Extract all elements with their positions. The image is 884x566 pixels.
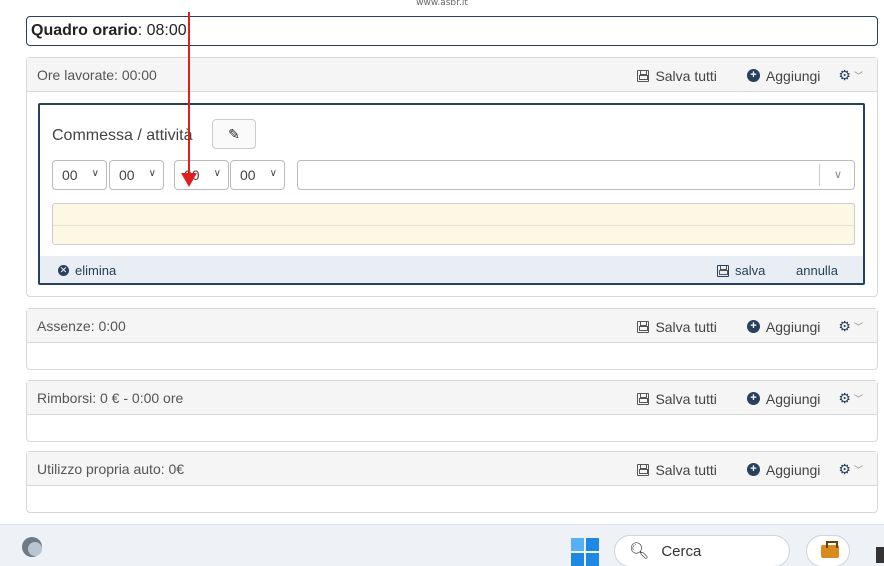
notes-divider [53,225,854,226]
chevron-down-icon: ﹀ [853,394,863,404]
quadro-orario-bar[interactable]: Quadro orario: 08:00 [26,16,878,46]
edit-button[interactable]: ✎ [212,119,256,149]
save-all-label: Salva tutti [655,67,717,84]
chevron-down-icon: ∨ [833,169,842,181]
panel-body [27,343,877,369]
plus-circle-icon: + [746,69,760,82]
panel-utilizzo-auto: Utilizzo propria auto: 0€ Salva tutti + A… [26,451,878,513]
panel-title: Utilizzo propria auto: 0€ [37,461,185,477]
chevron-down-icon: ∨ [269,168,277,179]
start-hour-select[interactable]: 00 ∨ [52,160,107,190]
search-icon: 🔍︎ [629,543,650,560]
add-button[interactable]: + Aggiungi [746,318,821,335]
gear-icon: ⚙ [838,390,851,406]
chevron-down-icon: ﹀ [853,465,863,475]
cancel-button[interactable]: annulla [796,263,838,278]
panel-header: Ore lavorate: 00:00 Salva tutti + Aggiung… [27,58,877,92]
end-minute-value: 00 [240,167,256,183]
remove-icon: ✕ [58,265,69,276]
settings-dropdown[interactable]: ⚙ ﹀ [838,461,863,478]
briefcase-icon[interactable] [806,535,850,566]
panel-header: Utilizzo propria auto: 0€ Salva tutti + A… [27,452,877,486]
save-icon [637,69,650,82]
add-button[interactable]: + Aggiungi [746,461,821,478]
save-all-button[interactable]: Salva tutti [637,318,717,335]
pencil-icon: ✎ [228,125,240,142]
delete-label: elimina [75,263,117,278]
add-button[interactable]: + Aggiungi [746,67,821,84]
start-minute-value: 00 [119,167,135,183]
panel-assenze: Assenze: 0:00 Salva tutti + Aggiungi ⚙ ﹀ [26,308,878,370]
panel-header: Assenze: 0:00 Salva tutti + Aggiungi ⚙ ﹀ [27,309,877,343]
commessa-label: Commessa / attività [52,127,193,144]
save-all-label: Salva tutti [655,461,717,478]
panel-rimborsi: Rimborsi: 0 € - 0:00 ore Salva tutti + Ag… [26,380,878,442]
quadro-orario-value: : 08:00 [137,22,187,39]
activity-entry-form: Commessa / attività ✎ 00 ∨ 00 ∨ 00 ∨ 00 ∨ ∨ … [38,103,865,285]
save-all-button[interactable]: Salva tutti [637,390,717,407]
activity-combobox[interactable]: ∨ [297,160,855,190]
panel-title: Assenze: 0:00 [37,318,126,334]
save-icon [637,392,650,405]
gear-icon: ⚙ [838,67,851,83]
entry-footer: ✕ elimina salva annulla [40,256,863,283]
page: www.asbr.it Quadro orario: 08:00 Ore lav… [0,0,884,524]
chevron-down-icon: ﹀ [853,71,863,81]
panel-title: Ore lavorate: 00:00 [37,67,157,83]
add-label: Aggiungi [765,318,821,335]
start-minute-select[interactable]: 00 ∨ [109,160,164,190]
save-icon [637,463,650,476]
panel-header: Rimborsi: 0 € - 0:00 ore Salva tutti + Ag… [27,381,877,415]
quadro-orario-label: Quadro orario [31,22,138,39]
panel-actions: Salva tutti + Aggiungi ⚙ ﹀ [637,461,863,478]
panel-title: Rimborsi: 0 € - 0:00 ore [37,390,184,406]
save-button[interactable]: salva [717,263,765,278]
chevron-down-icon: ∨ [91,168,99,179]
url-hint: www.asbr.it [416,0,468,8]
save-label: salva [735,263,766,278]
save-all-button[interactable]: Salva tutti [637,67,717,84]
annotation-arrow-line [188,12,190,175]
windows-start-icon[interactable] [571,538,599,566]
add-label: Aggiungi [765,67,821,84]
add-label: Aggiungi [765,390,821,407]
panel-body [27,415,877,441]
chevron-down-icon: ﹀ [853,322,863,332]
notes-field[interactable] [52,203,855,245]
plus-circle-icon: + [746,463,760,476]
plus-circle-icon: + [746,320,760,333]
taskbar-search[interactable]: 🔍︎ Cerca [614,535,790,566]
save-all-label: Salva tutti [655,390,717,407]
panel-actions: Salva tutti + Aggiungi ⚙ ﹀ [637,318,863,335]
search-label: Cerca [661,542,702,560]
chevron-down-icon: ∨ [148,168,156,179]
save-icon [637,320,650,333]
settings-dropdown[interactable]: ⚙ ﹀ [838,318,863,335]
panel-actions: Salva tutti + Aggiungi ⚙ ﹀ [637,67,863,84]
add-label: Aggiungi [765,461,821,478]
save-all-button[interactable]: Salva tutti [637,461,717,478]
panel-body [27,486,877,512]
taskbar: 🔍︎ Cerca [0,524,884,566]
chevron-down-icon: ∨ [213,168,221,179]
settings-dropdown[interactable]: ⚙ ﹀ [838,67,863,84]
end-minute-select[interactable]: 00 ∨ [230,160,285,190]
panel-actions: Salva tutti + Aggiungi ⚙ ﹀ [637,390,863,407]
taskbar-edge-item[interactable] [876,547,884,563]
combobox-divider [819,164,820,186]
gear-icon: ⚙ [838,461,851,477]
settings-dropdown[interactable]: ⚙ ﹀ [838,390,863,407]
add-button[interactable]: + Aggiungi [746,390,821,407]
plus-circle-icon: + [746,392,760,405]
delete-button[interactable]: ✕ elimina [58,263,116,278]
save-all-label: Salva tutti [655,318,717,335]
panel-ore-lavorate: Ore lavorate: 00:00 Salva tutti + Aggiung… [26,57,878,297]
edge-browser-icon[interactable] [22,537,42,557]
annotation-arrow-head [181,173,197,187]
start-hour-value: 00 [62,167,78,183]
gear-icon: ⚙ [838,318,851,334]
save-icon [717,264,729,277]
